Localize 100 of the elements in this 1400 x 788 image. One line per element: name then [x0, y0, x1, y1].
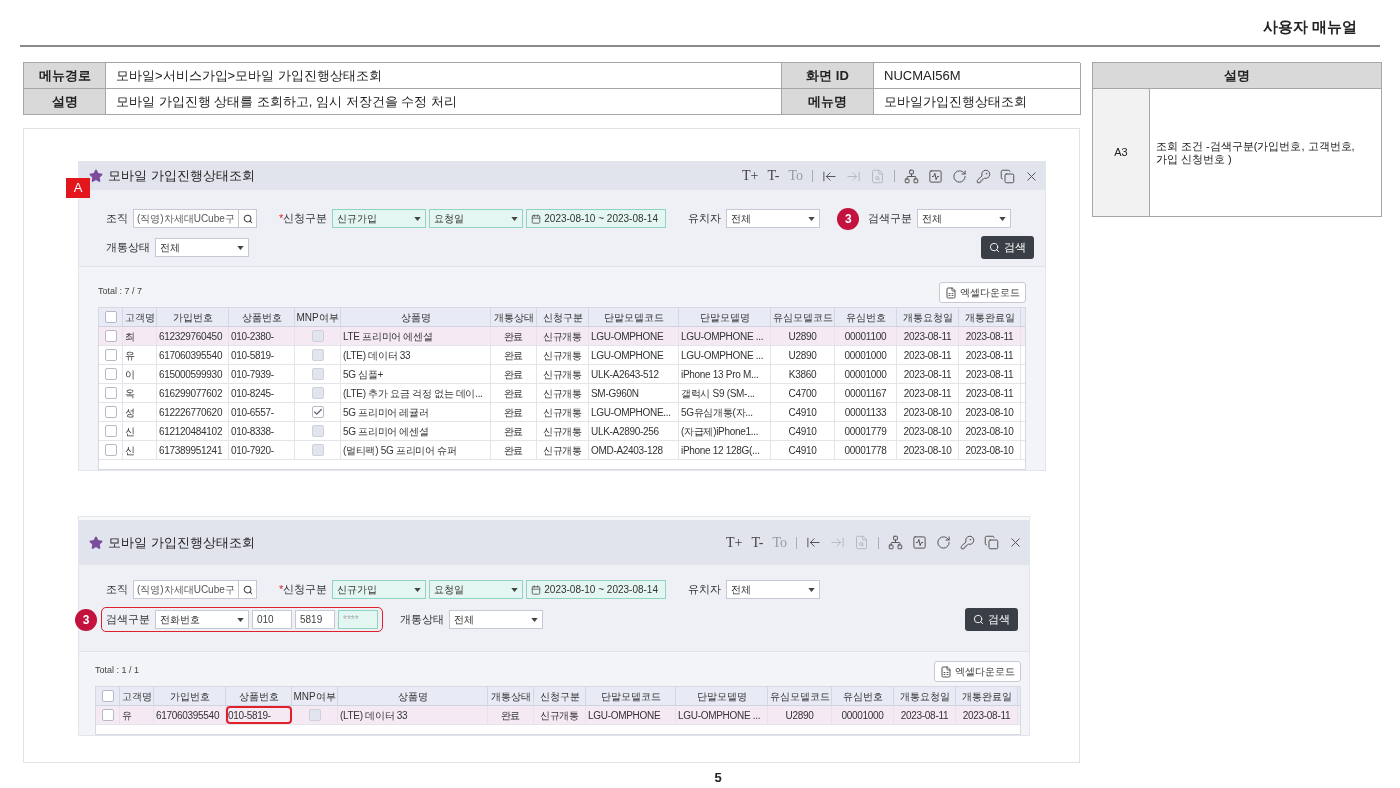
table-cell: U2890	[768, 706, 832, 724]
table-row[interactable]: 신 612120484102 010-8338- 5G 프리미어 에센셜 완료 신규개통 ULK-A2890-256 (자급제)iPhone1... C4910 00001779 2023-08-10 2023-08-10	[99, 422, 1025, 441]
dropdown[interactable]: 전체	[726, 580, 821, 599]
arrow-to-line-icon[interactable]	[806, 535, 821, 550]
key-icon[interactable]	[960, 535, 975, 550]
excel-download-button[interactable]: 엑셀다운로드	[939, 282, 1026, 303]
table-cell: iPhone 12 128G(...	[679, 441, 771, 459]
dropdown[interactable]: 전체	[449, 610, 543, 629]
checkbox[interactable]	[104, 387, 117, 399]
close-icon[interactable]	[1008, 535, 1023, 550]
table-cell: 010-6557-	[229, 403, 295, 421]
lookup-button[interactable]	[239, 580, 257, 599]
text-size-button[interactable]: T-	[767, 169, 780, 183]
network-icon[interactable]	[888, 535, 903, 550]
table-cell: C4910	[771, 422, 835, 440]
table-cell: 00001167	[835, 384, 897, 402]
table-row[interactable]: 최 612329760450 010-2380- LTE 프리미어 에센셜 완료 신규개통 LGU-OMPHONE LGU-OMPHONE ... U2890 00001100 2023-08-11 2023-08-11	[99, 327, 1025, 346]
table-cell: (자급제)iPhone1...	[679, 422, 771, 440]
lookup-button[interactable]	[239, 209, 257, 228]
chart-square-icon[interactable]	[928, 168, 943, 184]
date-range-field[interactable]: 2023-08-10 ~ 2023-08-14	[526, 580, 667, 599]
column-header: 개통요청일	[894, 687, 956, 705]
dropdown[interactable]: 요청일	[429, 209, 524, 228]
checkbox[interactable]	[311, 387, 324, 399]
checkbox[interactable]	[311, 444, 324, 456]
checkbox[interactable]	[308, 709, 321, 721]
search-button[interactable]: 검색	[965, 608, 1018, 631]
text-size-button[interactable]: T+	[726, 535, 743, 550]
table-row[interactable]: 이 615000599930 010-7939- 5G 심플+ 완료 신규개통 ULK-A2643-512 iPhone 13 Pro M... K3860 00001000 2023-08-11 2023-08-11	[99, 365, 1025, 384]
checkbox[interactable]	[101, 690, 114, 702]
info-label: 메뉴명	[782, 89, 874, 115]
dropdown[interactable]: 전체	[917, 209, 1012, 228]
table-cell: 신규개통	[537, 441, 589, 459]
copy-icon[interactable]	[984, 535, 999, 550]
dropdown[interactable]: 요청일	[429, 580, 524, 599]
info-value: 모바일>서비스가입>모바일 가입진행상태조회	[106, 63, 782, 89]
dropdown[interactable]: 전체	[726, 209, 821, 228]
checkbox[interactable]	[311, 330, 324, 342]
table-cell: U2890	[771, 327, 835, 345]
dropdown[interactable]: 신규가입	[332, 580, 427, 599]
caret-icon	[808, 587, 816, 592]
column-header: 개통완료일	[956, 687, 1018, 705]
refresh-icon[interactable]	[936, 535, 951, 550]
date-range-field[interactable]: 2023-08-10 ~ 2023-08-14	[526, 209, 667, 228]
table-cell: 010-5819-	[226, 706, 292, 724]
table-cell: 완료	[488, 706, 534, 724]
key-icon[interactable]	[976, 168, 991, 184]
refresh-icon[interactable]	[952, 168, 967, 184]
dropdown[interactable]: 신규가입	[332, 209, 427, 228]
table-cell: 00001000	[835, 365, 897, 383]
table-cell: 완료	[491, 327, 537, 345]
network-icon[interactable]	[904, 168, 919, 184]
input-field[interactable]: (직영)차세대UCube구	[133, 209, 239, 228]
input-field[interactable]: (직영)차세대UCube구	[133, 580, 239, 599]
table-cell: 617060395540	[154, 706, 226, 724]
table-cell: 갤럭시 S9 (SM-...	[679, 384, 771, 402]
field-label: *신청구분	[279, 211, 328, 227]
caret-icon	[414, 216, 422, 221]
checkbox[interactable]	[104, 425, 117, 437]
table-row[interactable]: 유 617060395540 010-5819- (LTE) 데이터 33 완료 신규개통 LGU-OMPHONE LGU-OMPHONE ... U2890 00001000 2023-08-11 2023-08-11	[99, 346, 1025, 365]
field-label: 검색구분	[106, 612, 150, 628]
input-field[interactable]: 5819	[295, 610, 335, 629]
checkbox[interactable]	[104, 444, 117, 456]
checkbox[interactable]	[104, 406, 117, 418]
table-row[interactable]: 신 617389951241 010-7920- (멀티팩) 5G 프리미어 슈퍼 완료 신규개통 OMD-A2403-128 iPhone 12 128G(... C4910 00001778 2023-08-10 2023-08-10	[99, 441, 1025, 460]
input-field[interactable]: 010	[252, 610, 292, 629]
copy-icon[interactable]	[1000, 168, 1015, 184]
table-cell: 010-8338-	[229, 422, 295, 440]
total-count: Total : 1 / 1	[95, 663, 140, 677]
checkbox[interactable]	[311, 349, 324, 361]
table-cell: 5G 심플+	[341, 365, 491, 383]
checkbox[interactable]	[311, 425, 324, 437]
search-button[interactable]: 검색	[981, 236, 1034, 259]
table-cell: 완료	[491, 422, 537, 440]
checkbox[interactable]	[104, 368, 117, 380]
table-cell: 00001779	[835, 422, 897, 440]
chart-square-icon[interactable]	[912, 535, 927, 550]
table-row[interactable]: 유 617060395540 010-5819- (LTE) 데이터 33 완료 신규개통 LGU-OMPHONE LGU-OMPHONE ... U2890 00001000 2023-08-11 2023-08-11	[96, 706, 1020, 725]
note-text: 조회 조건 -검색구분(가입번호, 고객번호, 가입 신청번호 )	[1155, 138, 1356, 167]
column-header: 단말모델코드	[589, 308, 679, 326]
table-cell: 2023-08-11	[959, 346, 1021, 364]
checkbox[interactable]	[104, 311, 117, 323]
table-row[interactable]: 성 612226770620 010-6557- 5G 프리미어 레귤러 완료 신규개통 LGU-OMPHONE... 5G유심개통(자... C4910 00001133 2023-08-10 2023-08-10	[99, 403, 1025, 422]
dropdown[interactable]: 전화번호	[155, 610, 249, 629]
dropdown[interactable]: 전체	[155, 238, 249, 257]
table-cell: LGU-OMPHONE ...	[679, 346, 771, 364]
table-cell: 유	[120, 706, 154, 724]
checkbox[interactable]	[104, 330, 117, 342]
text-size-button[interactable]: T+	[742, 169, 759, 183]
table-row[interactable]: 옥 616299077602 010-8245- (LTE) 추가 요금 걱정 없는 데이... 완료 신규개통 SM-G960N 갤럭시 S9 (SM-... C4700 00001167 2023-08-11 2023-08-11	[99, 384, 1025, 403]
checkbox[interactable]	[104, 349, 117, 361]
table-cell: 612226770620	[157, 403, 229, 421]
text-size-button[interactable]: T-	[751, 535, 764, 550]
table-cell: 010-2380-	[229, 327, 295, 345]
checkbox[interactable]	[101, 709, 114, 721]
checkbox[interactable]	[311, 368, 324, 380]
table-cell: 2023-08-10	[959, 441, 1021, 459]
column-header: 단말모델코드	[586, 687, 676, 705]
excel-download-button[interactable]: 엑셀다운로드	[934, 661, 1021, 682]
checkbox[interactable]	[311, 406, 324, 418]
